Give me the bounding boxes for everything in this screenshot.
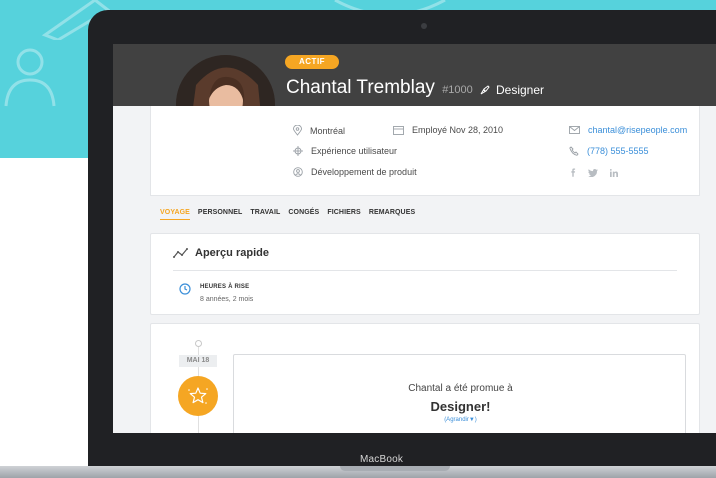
envelope-icon [569,126,580,134]
team-icon [293,167,303,177]
status-badge: ACTIF [285,55,340,69]
tab-voyage[interactable]: VOYAGE [160,209,190,220]
team-info: Développement de produit [293,167,417,177]
department-text: Expérience utilisateur [311,146,398,156]
promotion-role: Designer! [430,399,491,414]
facebook-icon[interactable] [571,168,576,177]
tab-personnel[interactable]: PERSONNEL [198,209,242,220]
twitter-icon[interactable] [588,168,598,177]
laptop-base-notch [340,466,450,471]
star-icon [188,387,208,404]
quick-view-card: Aperçu rapide HEURES À RISE 8 années, 2 … [150,233,700,315]
clock-icon [179,283,191,295]
employee-id: #1000 [442,84,473,96]
role-label: Designer [496,83,545,97]
timeline-start-dot [195,340,202,347]
timeline-card: MAI 18 Chantal a été promue à Designer! … [150,323,700,433]
expand-link[interactable]: (Agrandir▼) [234,417,687,423]
hire-date-info: Employé Nov 28, 2010 [393,125,503,135]
hours-at-rise-label: HEURES À RISE [200,284,250,290]
marketing-stage: MacBook ACTIF Chantal Tremblay #1000 Des… [0,0,716,478]
employee-name-text: Chantal Tremblay [286,77,435,98]
promotion-event-box: Chantal a été promue à Designer! (Agrand… [233,354,686,433]
email-info: chantal@risepeople.com [569,125,687,135]
employee-role: Designer [479,83,544,97]
profile-tabs: VOYAGE PERSONNEL TRAVAIL CONGÉS FICHIERS… [160,209,415,220]
webcam [421,23,427,29]
hours-at-rise-value: 8 années, 2 mois [200,296,254,303]
trend-line-icon [173,248,188,258]
quick-view-header: Aperçu rapide [173,247,269,259]
timeline-date: MAI 18 [179,355,217,367]
promotion-badge [178,376,218,416]
tab-travail[interactable]: TRAVAIL [250,209,280,220]
phone-info: (778) 555-5555 [569,146,649,156]
crosshair-icon [293,146,303,156]
location-pin-icon [293,125,302,136]
linkedin-icon[interactable] [610,168,618,177]
quick-view-title: Aperçu rapide [195,247,269,259]
location-info: Montréal [293,125,345,136]
calendar-icon [393,126,404,135]
people-icon [4,48,56,107]
phone-link[interactable]: (778) 555-5555 [587,146,649,156]
promotion-text: Chantal a été promue à [408,383,513,394]
team-text: Développement de produit [311,167,417,177]
profile-info-card: Montréal Employé Nov 28, 2010 Expérience… [150,106,700,196]
hire-date-text: Employé Nov 28, 2010 [412,125,504,135]
social-links [571,168,618,177]
location-text: Montréal [310,125,346,136]
department-info: Expérience utilisateur [293,146,397,156]
tab-conges[interactable]: CONGÉS [288,209,319,220]
phone-icon [569,146,579,156]
divider [173,270,677,271]
employee-name: Chantal Tremblay #1000 [286,77,473,99]
app-screen: ACTIF Chantal Tremblay #1000 Designer Mo… [113,44,716,433]
email-link[interactable]: chantal@risepeople.com [588,125,687,135]
pen-tool-icon [480,85,490,95]
laptop-brand-label: MacBook [360,454,404,465]
tab-fichiers[interactable]: FICHIERS [327,209,360,220]
tab-remarques[interactable]: REMARQUES [369,209,415,220]
